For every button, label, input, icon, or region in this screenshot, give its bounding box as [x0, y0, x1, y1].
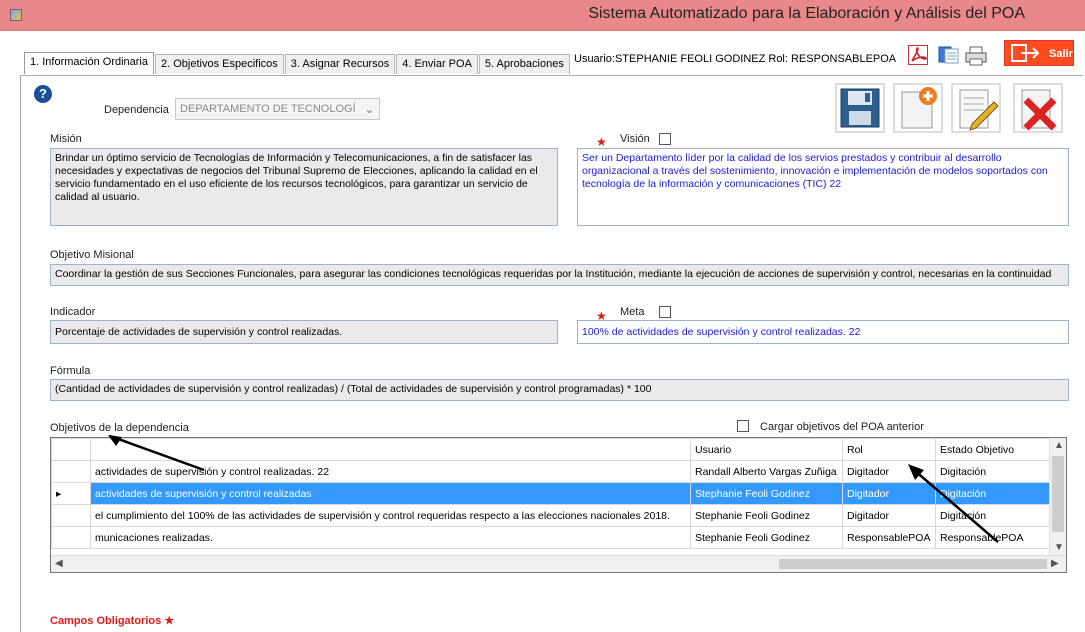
row-description: el cumplimiento del 100% de las activida…: [90, 504, 691, 527]
row-header[interactable]: [51, 504, 91, 527]
vertical-scroll-thumb[interactable]: [1052, 456, 1064, 532]
help-icon[interactable]: ?: [34, 85, 52, 103]
tab-asignar-recursos[interactable]: 3. Asignar Recursos: [284, 54, 396, 74]
annotation-arrow-left: [108, 434, 205, 472]
save-icon[interactable]: [834, 82, 886, 134]
row-description: actividades de supervisión y control rea…: [90, 482, 691, 505]
chevron-down-icon: ⌄: [364, 104, 374, 116]
scroll-left-icon[interactable]: ◀: [55, 558, 63, 569]
horizontal-scrollbar[interactable]: ◀ ▶: [51, 555, 1066, 572]
row-description: municaciones realizadas.: [90, 526, 691, 549]
mision-field[interactable]: Brindar un óptimo servicio de Tecnología…: [50, 148, 558, 226]
title-bar: Sistema Automatizado para la Elaboración…: [0, 0, 1085, 31]
scroll-down-icon[interactable]: ▼: [1054, 542, 1064, 553]
dependencia-select[interactable]: DEPARTAMENTO DE TECNOLOGÍ ⌄: [175, 98, 380, 120]
vertical-scrollbar[interactable]: ▲ ▼: [1049, 438, 1066, 557]
row-header[interactable]: [51, 526, 91, 549]
scroll-up-icon[interactable]: ▲: [1054, 440, 1064, 451]
exit-icon: [1011, 44, 1041, 65]
user-info: Usuario:STEPHANIE FEOLI GODINEZ Rol: RES…: [574, 53, 897, 65]
cargar-objetivos-checkbox[interactable]: [737, 420, 749, 432]
row-header-corner: [51, 438, 91, 461]
mision-label: Misión: [50, 133, 82, 145]
vision-checkbox[interactable]: [659, 133, 671, 145]
app-icon: [10, 9, 22, 21]
print-icon[interactable]: [965, 46, 987, 66]
window-title: Sistema Automatizado para la Elaboración…: [588, 5, 1025, 22]
vision-field[interactable]: Ser un Departamento líder por la calidad…: [577, 148, 1069, 226]
row-header[interactable]: [51, 460, 91, 483]
vision-label: Visión: [620, 133, 650, 145]
required-fields-label: Campos Obligatorios ★: [50, 615, 175, 627]
tab-strip: 1. Información Ordinaria 2. Objetivos Es…: [24, 52, 571, 74]
tab-objetivos-especificos[interactable]: 2. Objetivos Especificos: [155, 54, 284, 74]
row-usuario: Stephanie Feoli Godinez: [690, 482, 843, 505]
indicador-field[interactable]: Porcentaje de actividades de supervisión…: [50, 320, 558, 344]
required-star: ★: [164, 615, 175, 627]
tab-aprobaciones[interactable]: 5. Aprobaciones: [478, 54, 570, 74]
tab-informacion-ordinaria[interactable]: 1. Información Ordinaria: [24, 52, 154, 74]
cargar-objetivos-label: Cargar objetivos del POA anterior: [760, 421, 924, 433]
row-header[interactable]: ▸: [51, 482, 91, 505]
dependencia-label: Dependencia: [104, 104, 169, 116]
row-usuario: Stephanie Feoli Godinez: [690, 504, 843, 527]
scroll-right-icon[interactable]: ▶: [1051, 558, 1059, 569]
document-icon[interactable]: [938, 45, 959, 65]
delete-icon[interactable]: [1012, 82, 1064, 134]
meta-label: Meta: [620, 306, 645, 318]
column-header-usuario[interactable]: Usuario: [690, 438, 843, 461]
meta-checkbox[interactable]: [659, 306, 671, 318]
indicador-label: Indicador: [50, 306, 96, 318]
row-usuario: Stephanie Feoli Godinez: [690, 526, 843, 549]
annotation-arrow-right: [908, 464, 999, 543]
current-row-icon: ▸: [56, 487, 62, 500]
new-document-icon[interactable]: [892, 82, 944, 134]
objetivo-misional-label: Objetivo Misional: [50, 249, 134, 261]
required-star: ★: [596, 135, 607, 149]
horizontal-scroll-thumb[interactable]: [779, 559, 1047, 569]
meta-field[interactable]: 100% de actividades de supervisión y con…: [577, 320, 1069, 344]
row-usuario: Randall Alberto Vargas Zuñiga: [690, 460, 843, 483]
formula-field[interactable]: (Cantidad de actividades de supervisión …: [50, 379, 1069, 401]
pdf-icon[interactable]: [908, 45, 928, 65]
exit-button[interactable]: Salir: [1004, 40, 1074, 66]
objetivo-misional-field[interactable]: Coordinar la gestión de sus Secciones Fu…: [50, 264, 1069, 286]
tab-enviar-poa[interactable]: 4. Enviar POA: [396, 54, 478, 74]
edit-icon[interactable]: [950, 82, 1002, 134]
formula-label: Fórmula: [50, 365, 91, 377]
